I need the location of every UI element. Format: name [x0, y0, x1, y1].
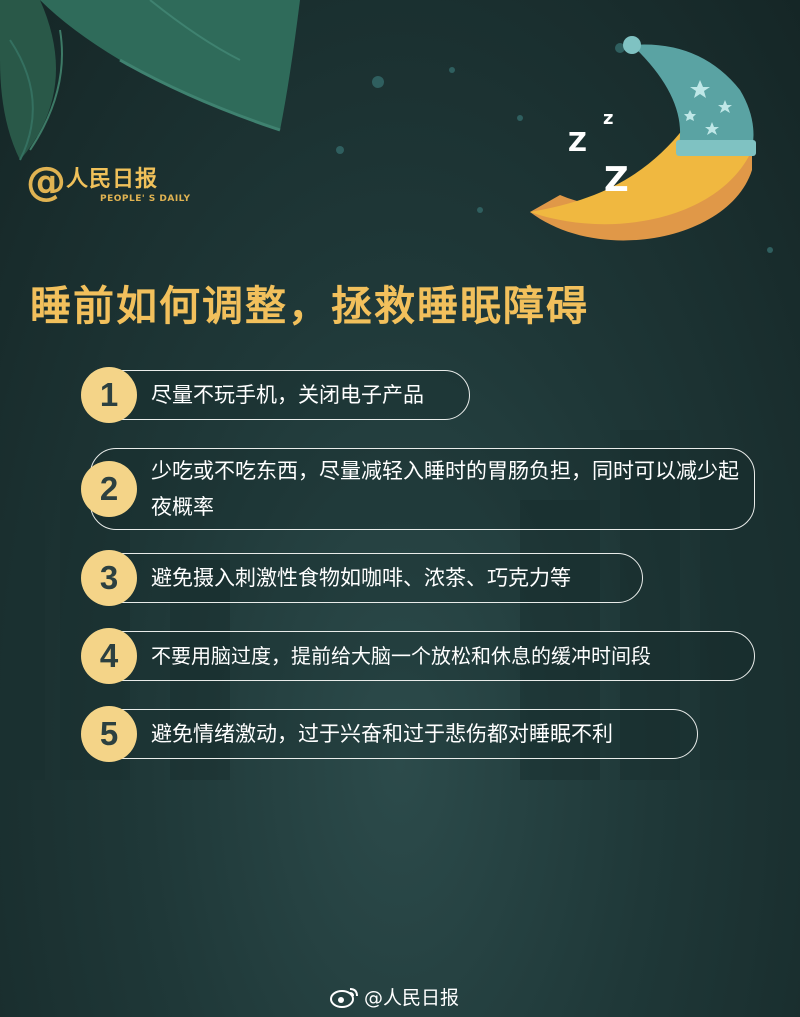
tip-item-3: 3 避免摄入刺激性食物如咖啡、浓茶、巧克力等 [81, 550, 643, 606]
weibo-watermark: @人民日报 [330, 984, 459, 1012]
logo-subtitle: PEOPLE' S DAILY [100, 194, 191, 204]
tip-text: 避免情绪激动，过于兴奋和过于悲伤都对睡眠不利 [151, 722, 613, 746]
tip-text: 不要用脑过度，提前给大脑一个放松和休息的缓冲时间段 [151, 644, 651, 668]
zzz-letter-3: Z [604, 160, 629, 200]
tip-text: 尽量不玩手机，关闭电子产品 [151, 383, 424, 407]
tip-number-badge: 3 [81, 550, 137, 606]
zzz-letter-1: Z [568, 128, 587, 158]
nightcap-icon [623, 36, 756, 156]
tip-number-badge: 5 [81, 706, 137, 762]
logo-name: 人民日报 [66, 167, 159, 192]
tip-item-1: 1 尽量不玩手机，关闭电子产品 [81, 367, 470, 423]
page-title: 睡前如何调整，拯救睡眠障碍 [30, 282, 589, 330]
poster: Z z Z @ 人民日报 PEOPLE' S DAILY 睡前如何调整，拯救睡眠… [0, 0, 800, 1017]
tip-item-4: 4 不要用脑过度，提前给大脑一个放松和休息的缓冲时间段 [81, 628, 755, 684]
weibo-icon [330, 987, 358, 1008]
tip-number-badge: 1 [81, 367, 137, 423]
tip-number-badge: 4 [81, 628, 137, 684]
logo-at-symbol: @ [26, 159, 66, 205]
tip-text: 避免摄入刺激性食物如咖啡、浓茶、巧克力等 [151, 566, 571, 590]
tip-number-badge: 2 [81, 461, 137, 517]
zzz-letter-2: z [603, 108, 614, 129]
weibo-handle: @人民日报 [364, 987, 460, 1009]
tip-item-5: 5 避免情绪激动，过于兴奋和过于悲伤都对睡眠不利 [81, 706, 698, 762]
moon-icon [530, 36, 756, 241]
tip-item-2: 2 少吃或不吃东西，尽量减轻入睡时的胃肠负担，同时可以减少起夜概率 [81, 448, 755, 530]
tip-text: 少吃或不吃东西，尽量减轻入睡时的胃肠负担，同时可以减少起夜概率 [151, 459, 739, 519]
people-daily-logo: @ 人民日报 PEOPLE' S DAILY [26, 159, 190, 210]
